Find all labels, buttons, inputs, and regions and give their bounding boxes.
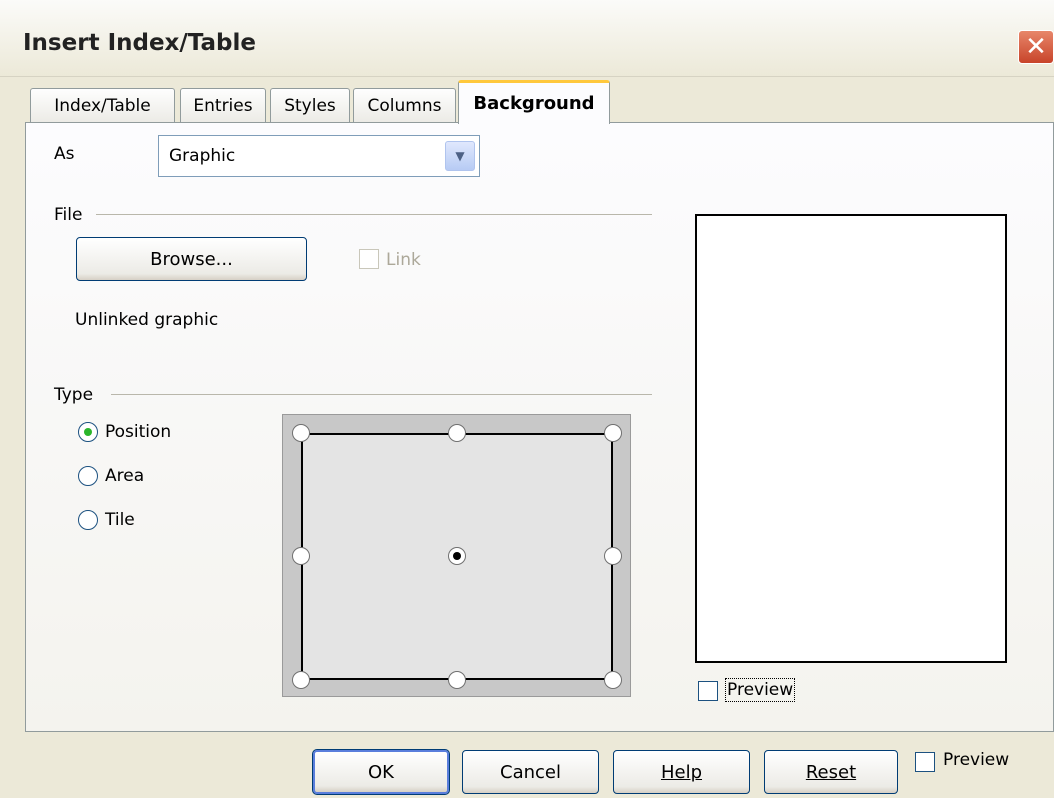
close-button[interactable]: ✕ bbox=[1018, 30, 1054, 64]
tab-label: Background bbox=[473, 93, 595, 114]
browse-button[interactable]: Browse... bbox=[76, 237, 307, 281]
tab-columns[interactable]: Columns bbox=[353, 88, 456, 122]
position-top-left[interactable] bbox=[292, 424, 310, 442]
panel-preview-checkbox[interactable] bbox=[698, 681, 718, 701]
link-label: Link bbox=[386, 250, 421, 270]
position-middle-right[interactable] bbox=[604, 547, 622, 565]
position-top-center[interactable] bbox=[448, 424, 466, 442]
as-label: As bbox=[54, 144, 75, 164]
tab-label: Styles bbox=[284, 95, 336, 116]
position-bottom-center[interactable] bbox=[448, 671, 466, 689]
position-bottom-left[interactable] bbox=[292, 671, 310, 689]
tab-index-table[interactable]: Index/Table bbox=[30, 88, 175, 122]
browse-button-label: Browse... bbox=[150, 248, 233, 270]
file-separator bbox=[96, 214, 652, 215]
radio-tile[interactable] bbox=[78, 510, 98, 530]
cancel-button[interactable]: Cancel bbox=[462, 750, 599, 794]
position-top-right[interactable] bbox=[604, 424, 622, 442]
type-section-label: Type bbox=[54, 385, 94, 405]
radio-position[interactable] bbox=[78, 422, 98, 442]
ok-button[interactable]: OK bbox=[312, 749, 450, 795]
radio-tile-label: Tile bbox=[105, 510, 135, 530]
as-select-value: Graphic bbox=[169, 146, 236, 166]
title-bar: Insert Index/Table ✕ bbox=[0, 0, 1054, 77]
link-checkbox[interactable] bbox=[359, 249, 379, 269]
help-button[interactable]: Help bbox=[613, 750, 750, 794]
reset-button-label: Reset bbox=[805, 761, 857, 783]
footer-preview-label: Preview bbox=[943, 750, 1010, 770]
file-section-label: File bbox=[54, 205, 83, 225]
type-separator bbox=[111, 394, 652, 395]
background-preview-box bbox=[695, 214, 1007, 663]
position-bottom-right[interactable] bbox=[604, 671, 622, 689]
tab-background[interactable]: Background bbox=[458, 80, 610, 124]
window-title: Insert Index/Table bbox=[23, 30, 256, 56]
radio-position-label: Position bbox=[105, 422, 172, 442]
tab-label: Entries bbox=[193, 95, 253, 116]
file-status-text: Unlinked graphic bbox=[75, 310, 219, 330]
position-selector bbox=[282, 414, 631, 697]
ok-button-label: OK bbox=[368, 761, 394, 783]
tab-entries[interactable]: Entries bbox=[180, 88, 266, 122]
as-select[interactable]: Graphic ▼ bbox=[158, 135, 480, 177]
close-icon: ✕ bbox=[1025, 32, 1047, 62]
cancel-button-label: Cancel bbox=[500, 761, 561, 783]
panel-preview-label: Preview bbox=[724, 678, 796, 702]
tab-label: Index/Table bbox=[54, 95, 151, 116]
tab-label: Columns bbox=[367, 95, 442, 116]
radio-area-label: Area bbox=[105, 466, 145, 486]
position-middle-left[interactable] bbox=[292, 547, 310, 565]
help-button-label: Help bbox=[660, 761, 703, 783]
chevron-down-icon[interactable]: ▼ bbox=[445, 141, 475, 171]
insert-index-table-dialog: Insert Index/Table ✕ Index/Table Entries… bbox=[0, 0, 1054, 798]
tab-styles[interactable]: Styles bbox=[270, 88, 350, 122]
position-center[interactable] bbox=[448, 547, 466, 565]
reset-button[interactable]: Reset bbox=[764, 750, 898, 794]
footer-preview-checkbox[interactable] bbox=[915, 752, 935, 772]
radio-selected-dot bbox=[84, 428, 92, 436]
radio-area[interactable] bbox=[78, 466, 98, 486]
